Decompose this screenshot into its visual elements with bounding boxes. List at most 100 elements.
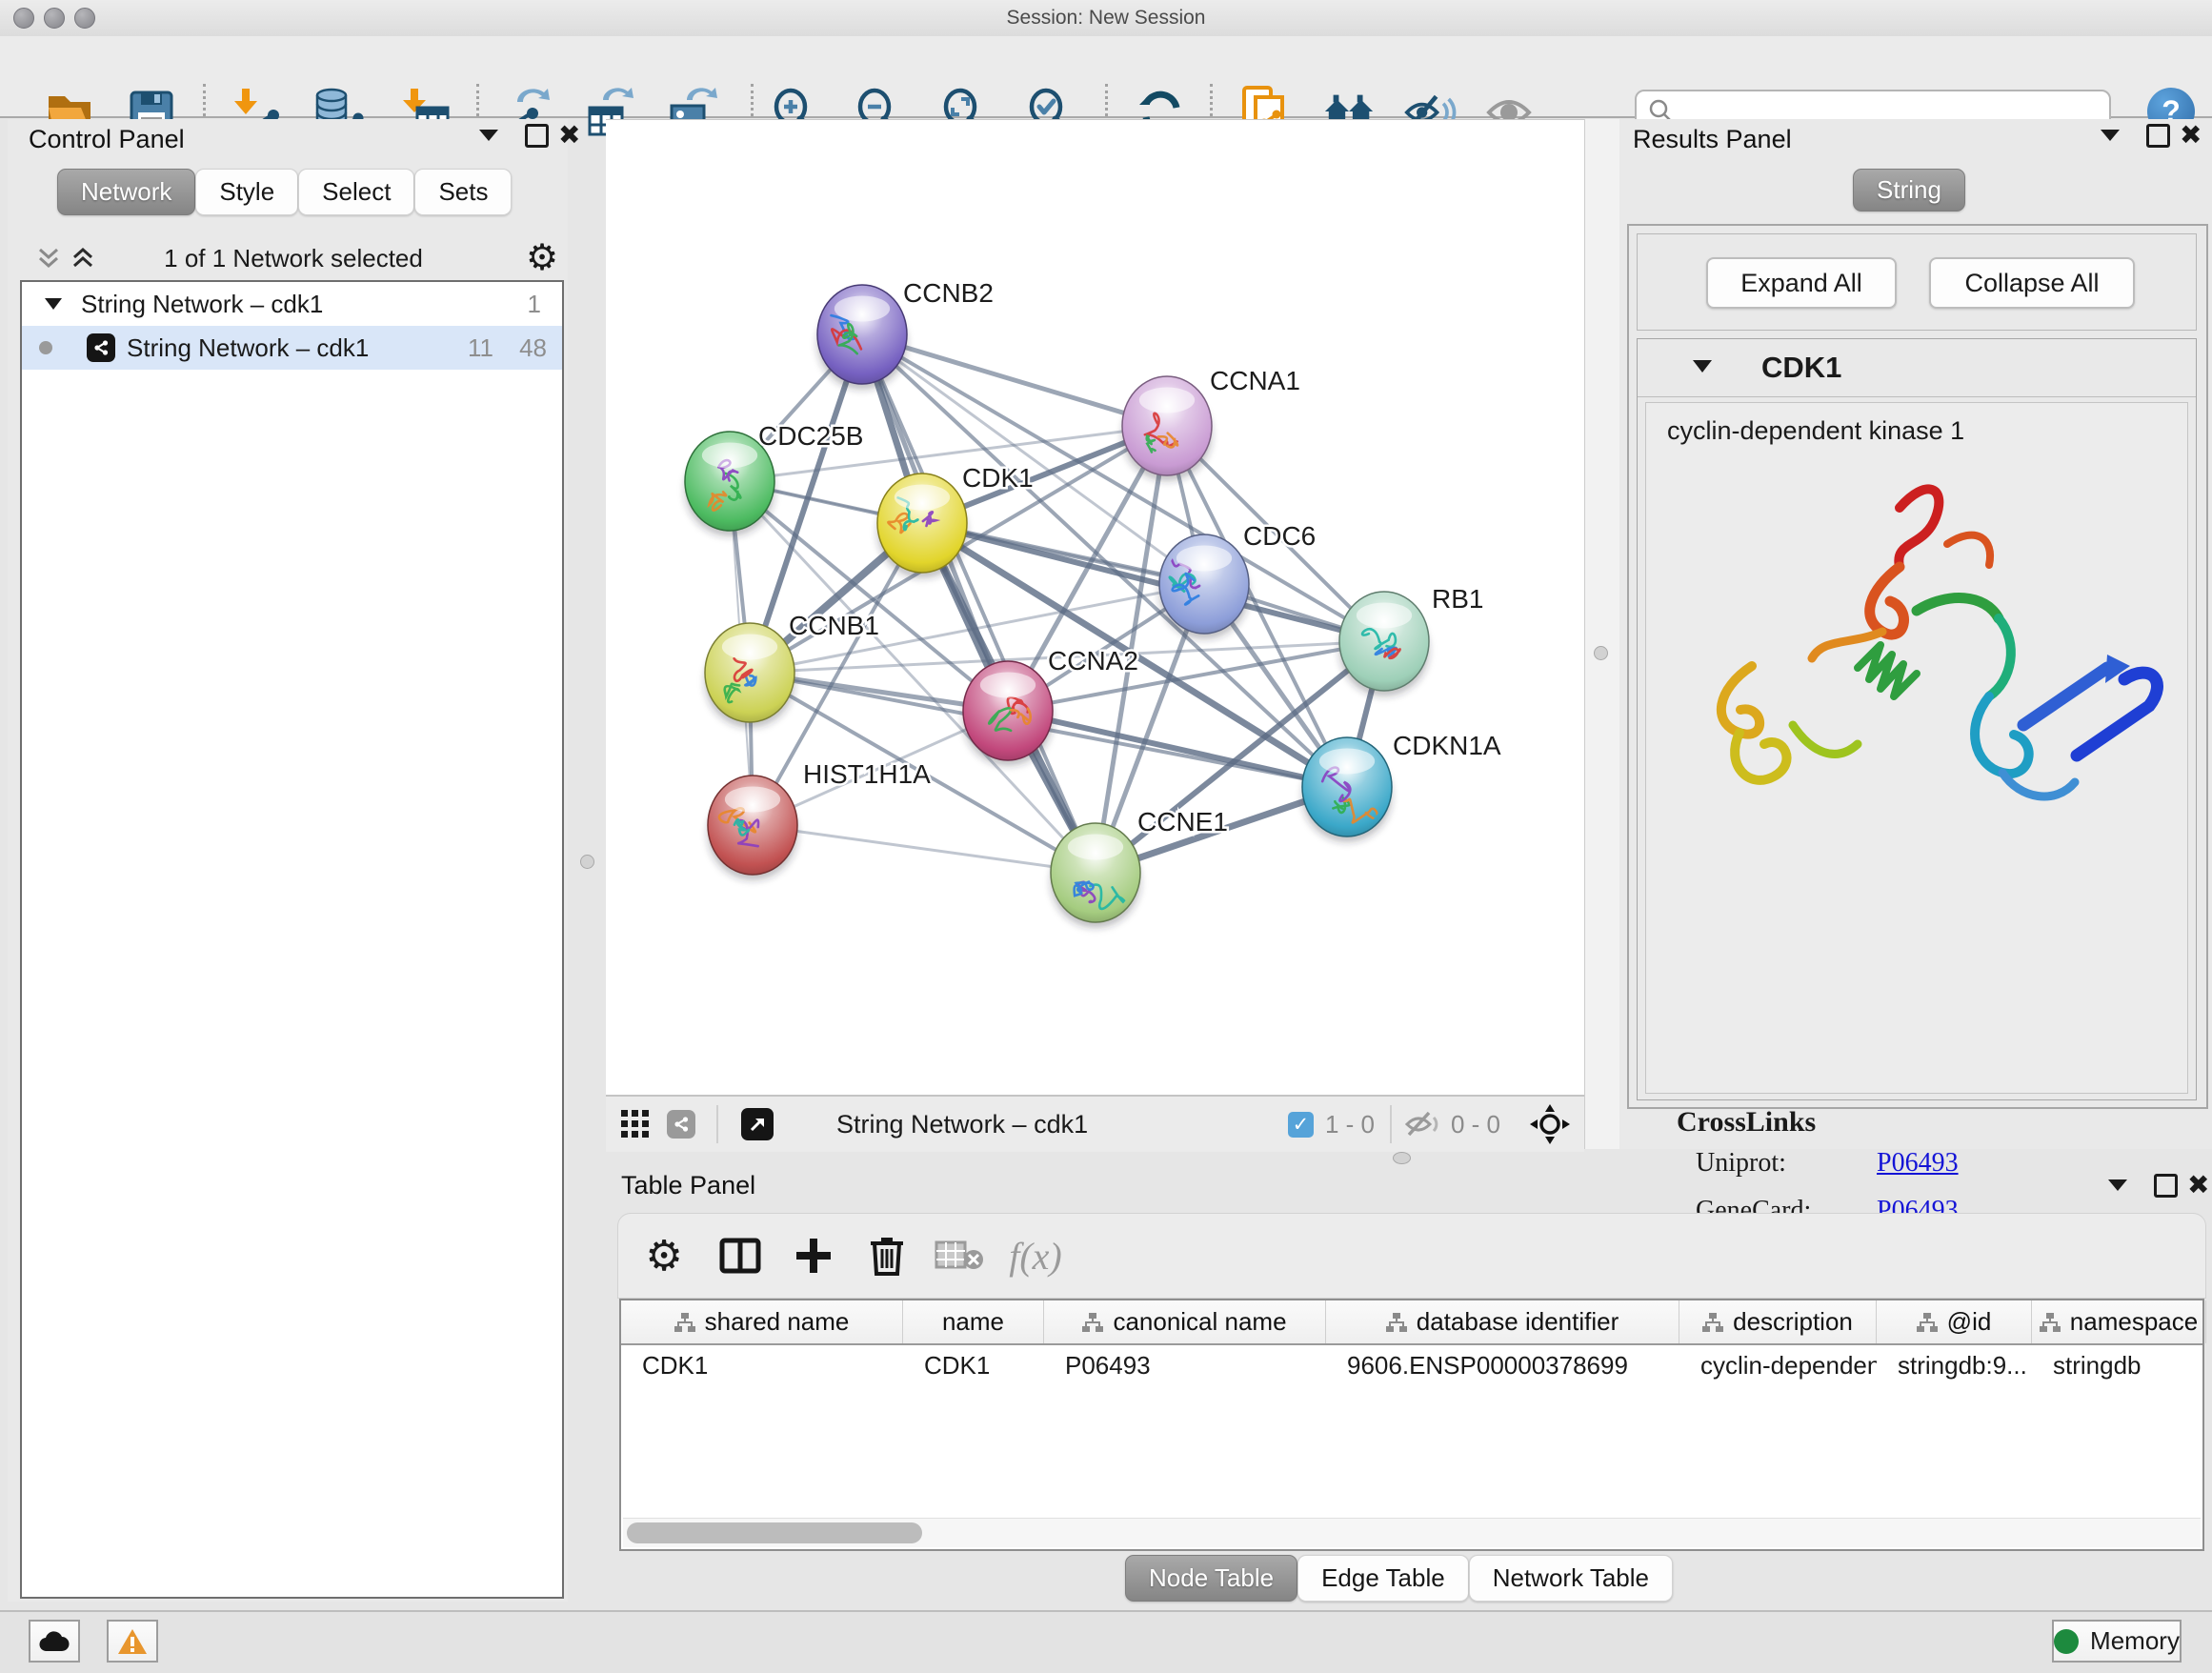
network-view-statusbar: String Network – cdk1 ✓ 1 - 0 0 - 0 [606,1095,1584,1152]
results-panel-menu-icon[interactable] [2101,119,2120,151]
table-panel-menu-icon[interactable] [2108,1169,2127,1201]
table-hscrollbar[interactable] [623,1518,2201,1547]
column-namespace-icon [1386,1313,1407,1332]
column-header-sharedname[interactable]: shared name [621,1300,903,1343]
pan-tool-icon[interactable] [1529,1103,1571,1145]
node-label-RB1: RB1 [1432,584,1483,614]
table-panel: Table Panel ✖ ⚙ f(x) shared namenamecano… [606,1158,2212,1610]
left-splitter-handle[interactable] [580,855,594,869]
edge-CCNA2-CDKN1A[interactable] [1008,711,1347,787]
column-header-canonicalname[interactable]: canonical name [1044,1300,1326,1343]
expand-all-icon[interactable] [70,246,95,271]
control-panel: Control Panel ✖ NetworkStyleSelectSets 1… [8,119,568,1602]
collapse-all-button[interactable]: Collapse All [1929,257,2135,309]
table-panel-close-icon[interactable]: ✖ [2187,1169,2209,1201]
delete-column-trash-icon[interactable] [858,1227,915,1284]
control-panel-title: Control Panel [29,125,185,154]
results-panel-close-icon[interactable]: ✖ [2180,119,2202,151]
tab-edge-table[interactable]: Edge Table [1297,1555,1469,1602]
table-options-gear-icon[interactable]: ⚙ [635,1227,693,1284]
section-collapse-icon[interactable] [1693,360,1712,373]
column-header-description[interactable]: description [1679,1300,1877,1343]
warning-icon [117,1628,148,1655]
tab-sets[interactable]: Sets [414,169,512,215]
table-cell: stringdb [2032,1351,2206,1381]
node-CCNB1[interactable]: CCNB1 [705,611,879,728]
gene-name: CDK1 [1761,351,1841,385]
network-label: String Network – cdk1 [127,333,369,363]
node-label-CDKN1A: CDKN1A [1393,731,1501,760]
tab-string[interactable]: String [1853,169,1965,212]
crosslinks-title: CrossLinks [1677,1106,1816,1139]
control-panel-close-icon[interactable]: ✖ [558,119,580,151]
cloud-status-button[interactable] [29,1620,80,1663]
add-column-icon[interactable] [785,1227,842,1284]
edge-CCNB2-CCNA1[interactable] [862,334,1167,426]
network-results-splitter[interactable] [1584,119,1621,1149]
node-label-CCNA1: CCNA1 [1210,366,1300,395]
right-splitter-handle[interactable] [1594,646,1608,660]
function-builder-icon: f(x) [1007,1227,1064,1284]
column-header-name[interactable]: name [903,1300,1044,1343]
tab-network-table[interactable]: Network Table [1469,1555,1673,1602]
collapse-all-icon[interactable] [36,246,61,271]
results-panel-title: Results Panel [1633,125,1792,154]
node-CDKN1A[interactable]: CDKN1A [1302,731,1501,842]
tab-style[interactable]: Style [195,169,298,215]
cloud-icon [39,1631,70,1652]
selected-nodes-checkbox-icon[interactable]: ✓ [1288,1112,1314,1138]
network-canvas[interactable]: CCNB2CCNA1CDC25BCDK1CDC6RB1CCNB1CCNA2CDK… [606,120,1584,1093]
results-buttons-box: Expand All Collapse All [1637,233,2197,331]
table-row[interactable]: CDK1CDK1P064939606.ENSP00000378699cyclin… [621,1345,2202,1385]
string-results-container: Expand All Collapse All CDK1 cyclin-depe… [1627,224,2208,1109]
column-header-namespace[interactable]: namespace [2032,1300,2206,1343]
grid-view-icon[interactable] [621,1110,650,1139]
node-label-CDC25B: CDC25B [758,421,863,451]
network-birdseye-icon[interactable] [667,1110,695,1139]
column-namespace-icon [2040,1313,2061,1332]
node-RB1[interactable]: RB1 [1339,584,1483,696]
node-CCNE1[interactable]: CCNE1 [1051,807,1228,928]
show-columns-icon[interactable] [712,1227,769,1284]
selected-count: 1 - 0 [1325,1110,1375,1139]
node-label-CCNB2: CCNB2 [903,278,994,308]
node-HIST1H1A[interactable]: HIST1H1A [708,759,931,880]
edges[interactable] [730,334,1384,873]
tab-select[interactable]: Select [298,169,414,215]
column-header-id[interactable]: @id [1877,1300,2032,1343]
tab-network[interactable]: Network [57,169,195,215]
network-list-options-gear-icon[interactable]: ⚙ [526,236,558,278]
table-hscroll-thumb[interactable] [627,1522,922,1543]
hidden-eye-icon [1405,1110,1441,1139]
edge-HIST1H1A-CCNE1[interactable] [753,825,1096,873]
network-selection-status: 1 of 1 Network selected [112,244,474,273]
collection-expander-icon[interactable] [45,298,62,310]
network-view-title: String Network – cdk1 [836,1110,1088,1139]
expand-all-button[interactable]: Expand All [1706,257,1897,309]
memory-button[interactable]: Memory [2052,1620,2182,1663]
open-in-window-icon[interactable] [741,1108,774,1140]
main-toolbar: ? [0,36,2212,118]
control-panel-float-icon[interactable] [525,119,549,151]
gene-description: cyclin-dependent kinase 1 [1667,416,1964,446]
node-table[interactable]: shared namenamecanonical namedatabase id… [619,1299,2204,1551]
table-panel-float-icon[interactable] [2154,1169,2178,1201]
table-cell: stringdb:9... [1877,1351,2032,1381]
network-row-selected[interactable]: String Network – cdk1 11 48 [22,326,562,370]
network-node-count: 11 [468,333,493,363]
table-cell: 9606.ENSP00000378699 [1326,1351,1679,1381]
tab-node-table[interactable]: Node Table [1125,1555,1297,1602]
node-CCNA1[interactable]: CCNA1 [1122,366,1300,481]
network-collection-row[interactable]: String Network – cdk1 1 [22,282,562,326]
warnings-button[interactable] [107,1620,158,1663]
results-panel-float-icon[interactable] [2146,119,2170,151]
delete-table-icon [931,1227,988,1284]
control-panel-menu-icon[interactable] [479,119,498,151]
network-list-toolbar: 1 of 1 Network selected ⚙ [8,244,568,272]
node-CDC6[interactable]: CDC6 [1159,521,1316,639]
edge-CCNB2-CCNE1[interactable] [862,334,1096,873]
table-body: CDK1CDK1P064939606.ENSP00000378699cyclin… [621,1345,2202,1385]
column-header-databaseidentifier[interactable]: database identifier [1326,1300,1679,1343]
table-panel-title: Table Panel [621,1171,755,1200]
gene-section-header[interactable]: CDK1 [1638,339,2196,397]
